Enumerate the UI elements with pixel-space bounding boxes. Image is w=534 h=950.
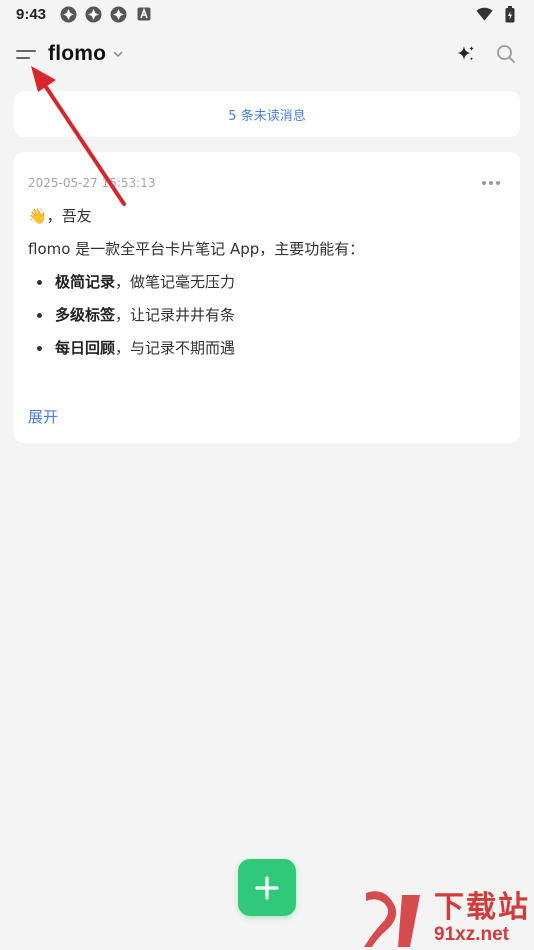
- unread-messages-button[interactable]: 5 条未读消息: [14, 91, 520, 137]
- annotation-arrow-icon: [31, 66, 126, 206]
- watermark-logo-icon: [364, 891, 420, 947]
- status-right: [476, 5, 518, 23]
- app-notification-icon: [60, 6, 77, 23]
- battery-icon: [501, 5, 518, 23]
- feature-desc: ，让记录井井有条: [115, 306, 236, 324]
- memo-header: 2025-05-27 15:53:13: [28, 174, 506, 192]
- app-notification-icon: [110, 6, 127, 23]
- list-item: 每日回顾，与记录不期而遇: [28, 337, 506, 359]
- memo-card[interactable]: 2025-05-27 15:53:13 👋，吾友 flomo 是一款全平台卡片笔…: [14, 152, 520, 443]
- feature-desc: ，做笔记毫无压力: [115, 273, 236, 291]
- watermark-text: 下载站 91xz.net: [434, 892, 530, 946]
- plus-icon: [255, 875, 279, 900]
- app-header: flomo: [0, 34, 534, 74]
- status-bar: 9:43: [0, 0, 534, 28]
- app-title[interactable]: flomo: [48, 42, 106, 66]
- a-badge-icon: [135, 6, 152, 23]
- sparkle-icon[interactable]: [454, 42, 478, 66]
- feature-title: 多级标签: [55, 306, 116, 324]
- memo-feature-list: 极简记录，做笔记毫无压力 多级标签，让记录井井有条 每日回顾，与记录不期而遇: [28, 271, 506, 359]
- memo-body: 👋，吾友 flomo 是一款全平台卡片笔记 App，主要功能有： 极简记录，做笔…: [28, 205, 506, 359]
- chevron-down-icon[interactable]: [112, 48, 124, 60]
- memo-timestamp: 2025-05-27 15:53:13: [28, 176, 156, 190]
- feature-title: 极简记录: [55, 273, 116, 291]
- feature-desc: ，与记录不期而遇: [115, 339, 236, 357]
- status-time: 9:43: [16, 5, 47, 23]
- memo-intro: flomo 是一款全平台卡片笔记 App，主要功能有：: [28, 240, 365, 258]
- watermark-en: 91xz.net: [434, 924, 509, 945]
- wifi-icon: [476, 6, 493, 23]
- search-icon[interactable]: [494, 42, 518, 66]
- unread-messages-label: 5 条未读消息: [228, 108, 306, 124]
- add-memo-button[interactable]: [238, 859, 296, 916]
- watermark: 下载站 91xz.net: [362, 888, 534, 950]
- expand-link[interactable]: 展开: [28, 406, 58, 427]
- memo-greeting: 👋，吾友: [28, 207, 92, 225]
- more-options-icon[interactable]: [476, 177, 506, 189]
- list-item: 多级标签，让记录井井有条: [28, 304, 506, 326]
- app-notification-icon: [85, 6, 102, 23]
- watermark-cn: 下载站: [434, 891, 530, 924]
- menu-icon[interactable]: [16, 43, 38, 65]
- feature-title: 每日回顾: [55, 339, 116, 357]
- list-item: 极简记录，做笔记毫无压力: [28, 271, 506, 293]
- status-left: 9:43: [16, 6, 152, 23]
